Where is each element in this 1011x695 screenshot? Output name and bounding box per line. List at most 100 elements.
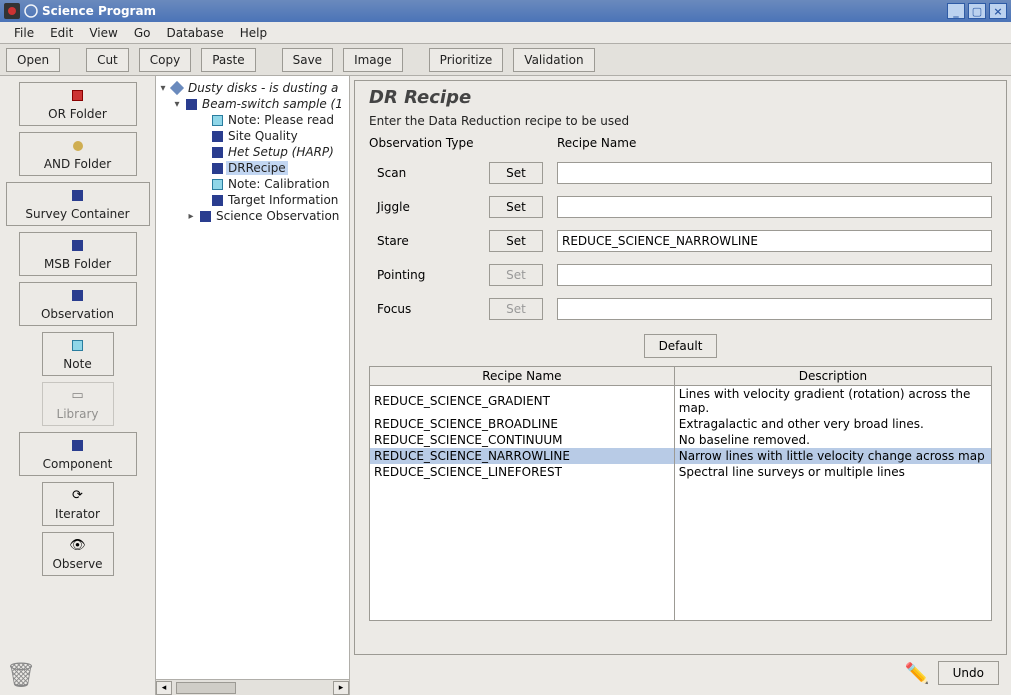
palette-iterator[interactable]: ⟳ Iterator (42, 482, 114, 526)
tree-label: Science Observation (214, 209, 341, 223)
row-stare-label: Stare (369, 234, 479, 248)
edit-pencil-icon[interactable]: ✏️ (905, 661, 930, 685)
editor-subtitle: Enter the Data Reduction recipe to be us… (369, 114, 992, 128)
focus-recipe-input[interactable] (557, 298, 992, 320)
menu-view[interactable]: View (81, 24, 125, 42)
table-header-desc[interactable]: Description (674, 367, 991, 386)
copy-button[interactable]: Copy (139, 48, 191, 72)
menu-go[interactable]: Go (126, 24, 159, 42)
palette-component[interactable]: Component (19, 432, 137, 476)
palette-label: Note (63, 357, 91, 371)
scroll-right-icon[interactable]: ▸ (333, 681, 349, 695)
tree-label: Dusty disks - is dusting a (186, 81, 340, 95)
menu-database[interactable]: Database (158, 24, 231, 42)
toolbar: Open Cut Copy Paste Save Image Prioritiz… (0, 44, 1011, 76)
tree-item[interactable]: Target Information (158, 192, 347, 208)
jiggle-recipe-input[interactable] (557, 196, 992, 218)
program-icon (170, 82, 184, 94)
set-stare-button[interactable]: Set (489, 230, 543, 252)
tree-label: Note: Please read (226, 113, 336, 127)
trash-icon[interactable]: 🗑 (6, 661, 36, 689)
validation-button[interactable]: Validation (513, 48, 594, 72)
tree-toggle-icon[interactable]: ▾ (172, 99, 182, 110)
menu-edit[interactable]: Edit (42, 24, 81, 42)
folder-icon (184, 98, 198, 110)
tree-h-scrollbar[interactable]: ◂ ▸ (156, 679, 349, 695)
editor-title: DR Recipe (369, 87, 992, 108)
table-header-name[interactable]: Recipe Name (370, 367, 675, 386)
scroll-thumb[interactable] (176, 682, 236, 694)
tree-item[interactable]: Het Setup (HARP) (158, 144, 347, 160)
scroll-left-icon[interactable]: ◂ (156, 681, 172, 695)
tree-root[interactable]: ▾ Dusty disks - is dusting a (158, 80, 347, 96)
palette-note[interactable]: Note (42, 332, 114, 376)
menu-help[interactable]: Help (232, 24, 275, 42)
row-pointing-label: Pointing (369, 268, 479, 282)
palette-or-folder[interactable]: OR Folder (19, 82, 137, 126)
component-icon (210, 194, 224, 206)
tree-node[interactable]: ▾ Beam-switch sample (1 (158, 96, 347, 112)
palette-label: Iterator (55, 507, 100, 521)
prioritize-button[interactable]: Prioritize (429, 48, 504, 72)
palette-msb-folder[interactable]: MSB Folder (19, 232, 137, 276)
row-jiggle-label: Jiggle (369, 200, 479, 214)
tree-label: Het Setup (HARP) (226, 145, 336, 159)
set-pointing-button: Set (489, 264, 543, 286)
menu-file[interactable]: File (6, 24, 42, 42)
pointing-recipe-input[interactable] (557, 264, 992, 286)
scan-recipe-input[interactable] (557, 162, 992, 184)
editor-footer: ✏️ Undo (354, 655, 1007, 691)
recipe-name-cell: REDUCE_SCIENCE_CONTINUUM (370, 432, 675, 448)
tree-toggle-icon[interactable]: ▸ (186, 211, 196, 222)
stare-recipe-input[interactable] (557, 230, 992, 252)
tree-item[interactable]: ▸ Science Observation (158, 208, 347, 224)
tree-item[interactable]: Note: Calibration (158, 176, 347, 192)
maximize-button[interactable]: ▢ (968, 3, 986, 19)
tree-label: Target Information (226, 193, 340, 207)
editor-panel: DR Recipe Enter the Data Reduction recip… (350, 76, 1011, 695)
set-scan-button[interactable]: Set (489, 162, 543, 184)
tree-item[interactable]: Site Quality (158, 128, 347, 144)
table-row[interactable]: REDUCE_SCIENCE_LINEFORESTSpectral line s… (370, 464, 992, 480)
palette-survey-container[interactable]: Survey Container (6, 182, 150, 226)
recipe-name-cell: REDUCE_SCIENCE_BROADLINE (370, 416, 675, 432)
recipe-desc-cell: Narrow lines with little velocity change… (674, 448, 991, 464)
undo-button[interactable]: Undo (938, 661, 999, 685)
component-palette: OR Folder AND Folder Survey Container MS… (0, 76, 156, 695)
tree-label: Site Quality (226, 129, 300, 143)
program-tree[interactable]: ▾ Dusty disks - is dusting a ▾ Beam-swit… (156, 76, 349, 228)
open-button[interactable]: Open (6, 48, 60, 72)
table-row[interactable]: REDUCE_SCIENCE_GRADIENTLines with veloci… (370, 386, 992, 417)
tree-item[interactable]: DRRecipe (158, 160, 347, 176)
col-recipe-name: Recipe Name (557, 136, 992, 150)
palette-label: AND Folder (44, 157, 111, 171)
table-row[interactable]: REDUCE_SCIENCE_BROADLINEExtragalactic an… (370, 416, 992, 432)
table-row[interactable]: REDUCE_SCIENCE_NARROWLINENarrow lines wi… (370, 448, 992, 464)
tree-item[interactable]: Note: Please read (158, 112, 347, 128)
image-button[interactable]: Image (343, 48, 403, 72)
palette-label: Survey Container (25, 207, 129, 221)
iterator-icon: ⟳ (68, 488, 88, 504)
palette-label: Component (43, 457, 113, 471)
survey-container-icon (68, 188, 88, 204)
recipe-name-cell: REDUCE_SCIENCE_GRADIENT (370, 386, 675, 417)
component-icon (210, 146, 224, 158)
observation-icon (68, 288, 88, 304)
recipe-name-cell: REDUCE_SCIENCE_NARROWLINE (370, 448, 675, 464)
table-row[interactable]: REDUCE_SCIENCE_CONTINUUMNo baseline remo… (370, 432, 992, 448)
palette-observation[interactable]: Observation (19, 282, 137, 326)
cut-button[interactable]: Cut (86, 48, 129, 72)
paste-button[interactable]: Paste (201, 48, 255, 72)
observe-icon: 👁 (68, 538, 88, 554)
save-button[interactable]: Save (282, 48, 333, 72)
palette-observe[interactable]: 👁 Observe (42, 532, 114, 576)
palette-and-folder[interactable]: AND Folder (19, 132, 137, 176)
close-button[interactable]: × (989, 3, 1007, 19)
recipe-table[interactable]: Recipe Name Description REDUCE_SCIENCE_G… (369, 366, 992, 621)
minimize-button[interactable]: _ (947, 3, 965, 19)
set-jiggle-button[interactable]: Set (489, 196, 543, 218)
default-button[interactable]: Default (644, 334, 718, 358)
component-icon (198, 210, 212, 222)
or-folder-icon (68, 88, 88, 104)
tree-toggle-icon[interactable]: ▾ (158, 83, 168, 94)
